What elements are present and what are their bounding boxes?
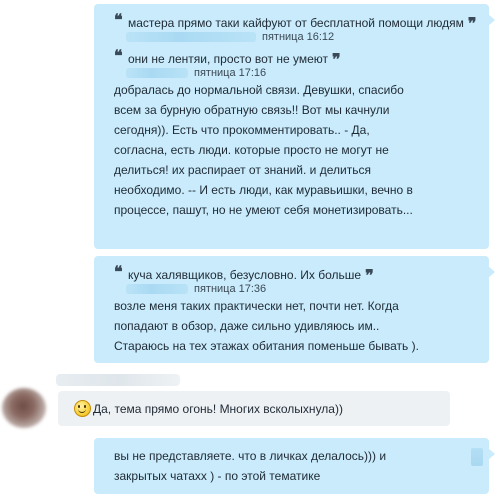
- message-line: добралась до нормальной связи. Девушки, …: [114, 83, 404, 97]
- message-line: возле меня таких практически нет, почти …: [114, 299, 399, 313]
- message-line: необходимо. -- И есть люди, как муравьиш…: [114, 183, 413, 197]
- quote-open-icon: ❝: [114, 262, 123, 281]
- message-line: попадают в обзор, даже сильно удивляюсь …: [114, 319, 380, 333]
- message-line: Стараюсь на тех этажах обитания поменьше…: [114, 339, 419, 353]
- quote-open-icon: ❝: [114, 46, 123, 65]
- avatar[interactable]: [2, 388, 46, 428]
- message-line: вы не представляете. что в личках делало…: [114, 449, 387, 463]
- message-line: сегодня)). Есть что прокомментировать.. …: [114, 123, 370, 137]
- blurred-status-indicator: [471, 448, 483, 466]
- quoted-text: мастера прямо таки кайфуют от бесплатной…: [128, 16, 464, 30]
- message-body: добралась до нормальной связи. Девушки, …: [114, 80, 479, 220]
- message-line: делиться! их распирает от знаний. и дели…: [114, 163, 371, 177]
- quoted-message[interactable]: ❝ они не лентяи, просто вот не умеют ❞: [114, 46, 479, 69]
- outgoing-message[interactable]: ❝ мастера прямо таки кайфуют от бесплатн…: [94, 4, 495, 249]
- message-line: всем за бурную обратную связь!! Вот мы к…: [114, 103, 390, 117]
- outgoing-message[interactable]: ❝ куча халявщиков, безусловно. Их больше…: [94, 256, 495, 363]
- message-line: согласна, есть люди. которые просто не м…: [114, 143, 389, 157]
- blurred-sender-name: [56, 374, 180, 386]
- quote-close-icon: ❞: [365, 266, 374, 285]
- quoted-message[interactable]: ❝ мастера прямо таки кайфуют от бесплатн…: [114, 10, 479, 33]
- message-body: возле меня таких практически нет, почти …: [114, 296, 479, 356]
- message-text: Да, тема прямо огонь! Многих всколыхнула…: [93, 401, 343, 416]
- quote-close-icon: ❞: [467, 14, 477, 33]
- blurred-author-name: [126, 284, 188, 294]
- chat-conversation: ❝ мастера прямо таки кайфуют от бесплатн…: [0, 0, 497, 496]
- quoted-message[interactable]: ❝ куча халявщиков, безусловно. Их больше…: [114, 262, 479, 285]
- quoted-text: они не лентяи, просто вот не умеют: [128, 52, 328, 66]
- quoted-text: куча халявщиков, безусловно. Их больше: [128, 268, 362, 282]
- incoming-message[interactable]: Да, тема прямо огонь! Многих всколыхнула…: [58, 391, 450, 426]
- message-line: процессе, пашут, но не умеют себя монети…: [114, 203, 413, 217]
- quote-close-icon: ❞: [332, 50, 341, 69]
- blurred-author-name: [126, 32, 256, 42]
- blurred-author-name: [126, 68, 188, 78]
- outgoing-message[interactable]: вы не представляете. что в личках делало…: [94, 438, 495, 494]
- quote-open-icon: ❝: [114, 10, 123, 29]
- message-line: закрытых чатахх ) - по этой тематике: [114, 469, 321, 483]
- smiley-icon: [74, 400, 91, 417]
